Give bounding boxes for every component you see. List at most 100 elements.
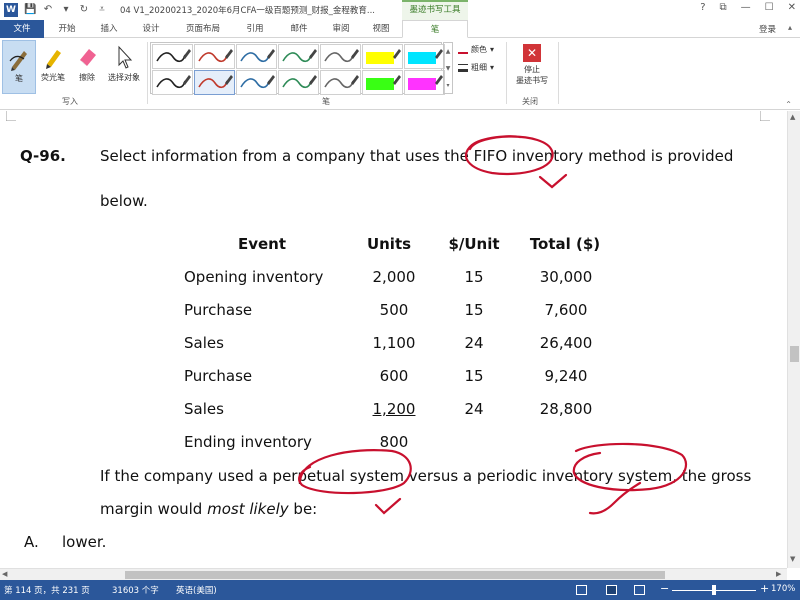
- web-layout-icon[interactable]: [634, 585, 645, 595]
- highlighter-label: 荧光笔: [41, 73, 65, 82]
- pen-swatch[interactable]: [362, 44, 403, 69]
- stop-icon: ✕: [523, 44, 541, 62]
- question-line-1: If the company used a perpetual system v…: [100, 467, 752, 485]
- customize-qat-icon[interactable]: ⩡: [96, 4, 108, 16]
- tab-insert[interactable]: 插入: [92, 20, 126, 38]
- vertical-scroll-thumb[interactable]: [790, 346, 799, 362]
- question-line-2: margin would most likely be:: [100, 500, 317, 518]
- account-chevron-icon[interactable]: ▴: [788, 23, 792, 32]
- read-mode-icon[interactable]: [576, 585, 587, 595]
- title-bar: W 💾 ↶ ▾ ↻ ⩡ 04 V1_20200213_2020年6月CFA一级百…: [0, 0, 800, 20]
- maximize-icon[interactable]: ☐: [765, 2, 774, 13]
- pen-gallery-scroll[interactable]: ▲ ▼ ▾: [443, 42, 453, 94]
- pen-swatch[interactable]: [278, 44, 319, 69]
- ribbon-separator: [558, 42, 559, 104]
- pen-thickness-dropdown[interactable]: 粗细 ▾: [458, 62, 494, 73]
- question-stem-line-1: Select information from a company that u…: [100, 147, 734, 165]
- pen-swatch[interactable]: [404, 44, 445, 69]
- tab-references[interactable]: 引用: [238, 20, 272, 38]
- save-icon[interactable]: 💾: [24, 4, 36, 16]
- table-cell-event: Sales: [184, 334, 224, 352]
- table-cell-units: 800: [379, 433, 409, 451]
- ribbon-separator: [147, 42, 148, 104]
- pen-swatch[interactable]: [362, 70, 403, 95]
- margin-corner-left: [6, 111, 16, 121]
- pen-swatch[interactable]: [320, 44, 361, 69]
- document-title: 04 V1_20200213_2020年6月CFA一级百题预测_财报_金程教育.…: [120, 6, 376, 16]
- page-count[interactable]: 第 114 页，共 231 页: [4, 584, 90, 596]
- eraser-button[interactable]: 擦除: [70, 40, 104, 94]
- close-group-label: 关闭: [522, 97, 538, 106]
- pen-swatch[interactable]: [278, 70, 319, 95]
- tab-review[interactable]: 审阅: [324, 20, 358, 38]
- table-cell-units: 500: [379, 301, 409, 319]
- table-cell-unit-price: 24: [464, 400, 484, 418]
- scroll-left-icon[interactable]: ◀: [2, 570, 7, 578]
- pen-label: 笔: [15, 74, 23, 83]
- pen-swatch[interactable]: [152, 70, 193, 95]
- tab-design[interactable]: 设计: [134, 20, 168, 38]
- thickness-label: 粗细: [471, 63, 487, 72]
- scroll-down-icon[interactable]: ▼: [790, 555, 795, 563]
- minimize-icon[interactable]: —: [741, 2, 751, 13]
- pen-swatch-icon: [324, 75, 359, 89]
- word-logo-icon: W: [4, 3, 18, 17]
- sign-in-link[interactable]: 登录: [759, 23, 776, 35]
- table-header-units: Units: [366, 235, 412, 253]
- pen-swatch[interactable]: [404, 70, 445, 95]
- tab-home[interactable]: 开始: [50, 20, 84, 38]
- document-page[interactable]: Q-96. Select information from a company …: [0, 111, 787, 568]
- pen-swatch-icon: [408, 75, 443, 90]
- horizontal-scroll-thumb[interactable]: [125, 571, 665, 579]
- pen-color-dropdown[interactable]: 颜色 ▾: [458, 44, 494, 55]
- pen-swatch[interactable]: [236, 44, 277, 69]
- ribbon-display-icon[interactable]: ⧉: [720, 2, 727, 13]
- select-objects-button[interactable]: 选择对象: [104, 40, 144, 94]
- pen-swatch-icon: [282, 75, 317, 89]
- tab-view[interactable]: 视图: [364, 20, 398, 38]
- scroll-up-icon[interactable]: ▲: [790, 113, 795, 121]
- chevron-down-icon[interactable]: ▾: [60, 4, 72, 16]
- word-count[interactable]: 31603 个字: [112, 584, 159, 596]
- table-cell-total: 9,240: [544, 367, 588, 385]
- horizontal-scrollbar[interactable]: ◀ ▶: [0, 568, 787, 580]
- zoom-out-button[interactable]: −: [660, 582, 669, 595]
- pen-swatch[interactable]: [194, 44, 235, 69]
- redo-icon[interactable]: ↻: [78, 4, 90, 16]
- stop-inking-button[interactable]: ✕ 停止 墨迹书写: [510, 42, 554, 94]
- tab-pens[interactable]: 笔: [402, 20, 468, 38]
- pen-button[interactable]: 笔: [2, 40, 36, 94]
- color-pen-icon: [458, 46, 468, 54]
- window-controls: ? ⧉ — ☐ ✕: [700, 2, 796, 13]
- collapse-ribbon-icon[interactable]: ⌃: [785, 100, 792, 109]
- question-number: Q-96.: [20, 147, 66, 165]
- ink-check-fifo: [538, 173, 568, 189]
- close-icon[interactable]: ✕: [788, 2, 796, 13]
- zoom-in-button[interactable]: +: [760, 582, 769, 595]
- question-line-2-end: be:: [288, 500, 318, 518]
- pen-swatch[interactable]: [236, 70, 277, 95]
- pen-swatch[interactable]: [194, 70, 235, 95]
- help-icon[interactable]: ?: [700, 2, 705, 13]
- tab-page-layout[interactable]: 页面布局: [178, 20, 228, 38]
- quick-access-toolbar: W 💾 ↶ ▾ ↻ ⩡: [4, 3, 108, 17]
- pen-swatch[interactable]: [152, 44, 193, 69]
- table-cell-event: Sales: [184, 400, 224, 418]
- table-cell-units: 2,000: [372, 268, 416, 286]
- print-layout-icon[interactable]: [606, 585, 617, 595]
- option-a-label: A.: [24, 533, 39, 551]
- vertical-scrollbar[interactable]: ▲ ▼: [787, 111, 800, 568]
- tab-mailings[interactable]: 邮件: [282, 20, 316, 38]
- zoom-slider-thumb[interactable]: [712, 585, 716, 595]
- table-cell-unit-price: 15: [464, 301, 484, 319]
- option-a-text[interactable]: lower.: [62, 533, 106, 551]
- scroll-right-icon[interactable]: ▶: [776, 570, 781, 578]
- table-cell-total: 7,600: [544, 301, 588, 319]
- tab-file[interactable]: 文件: [0, 20, 44, 38]
- zoom-level[interactable]: 170%: [771, 584, 795, 594]
- pen-swatch[interactable]: [320, 70, 361, 95]
- language-indicator[interactable]: 英语(美国): [176, 584, 217, 596]
- highlighter-button[interactable]: 荧光笔: [36, 40, 70, 94]
- ink-check-periodic: [588, 481, 642, 515]
- undo-icon[interactable]: ↶: [42, 4, 54, 16]
